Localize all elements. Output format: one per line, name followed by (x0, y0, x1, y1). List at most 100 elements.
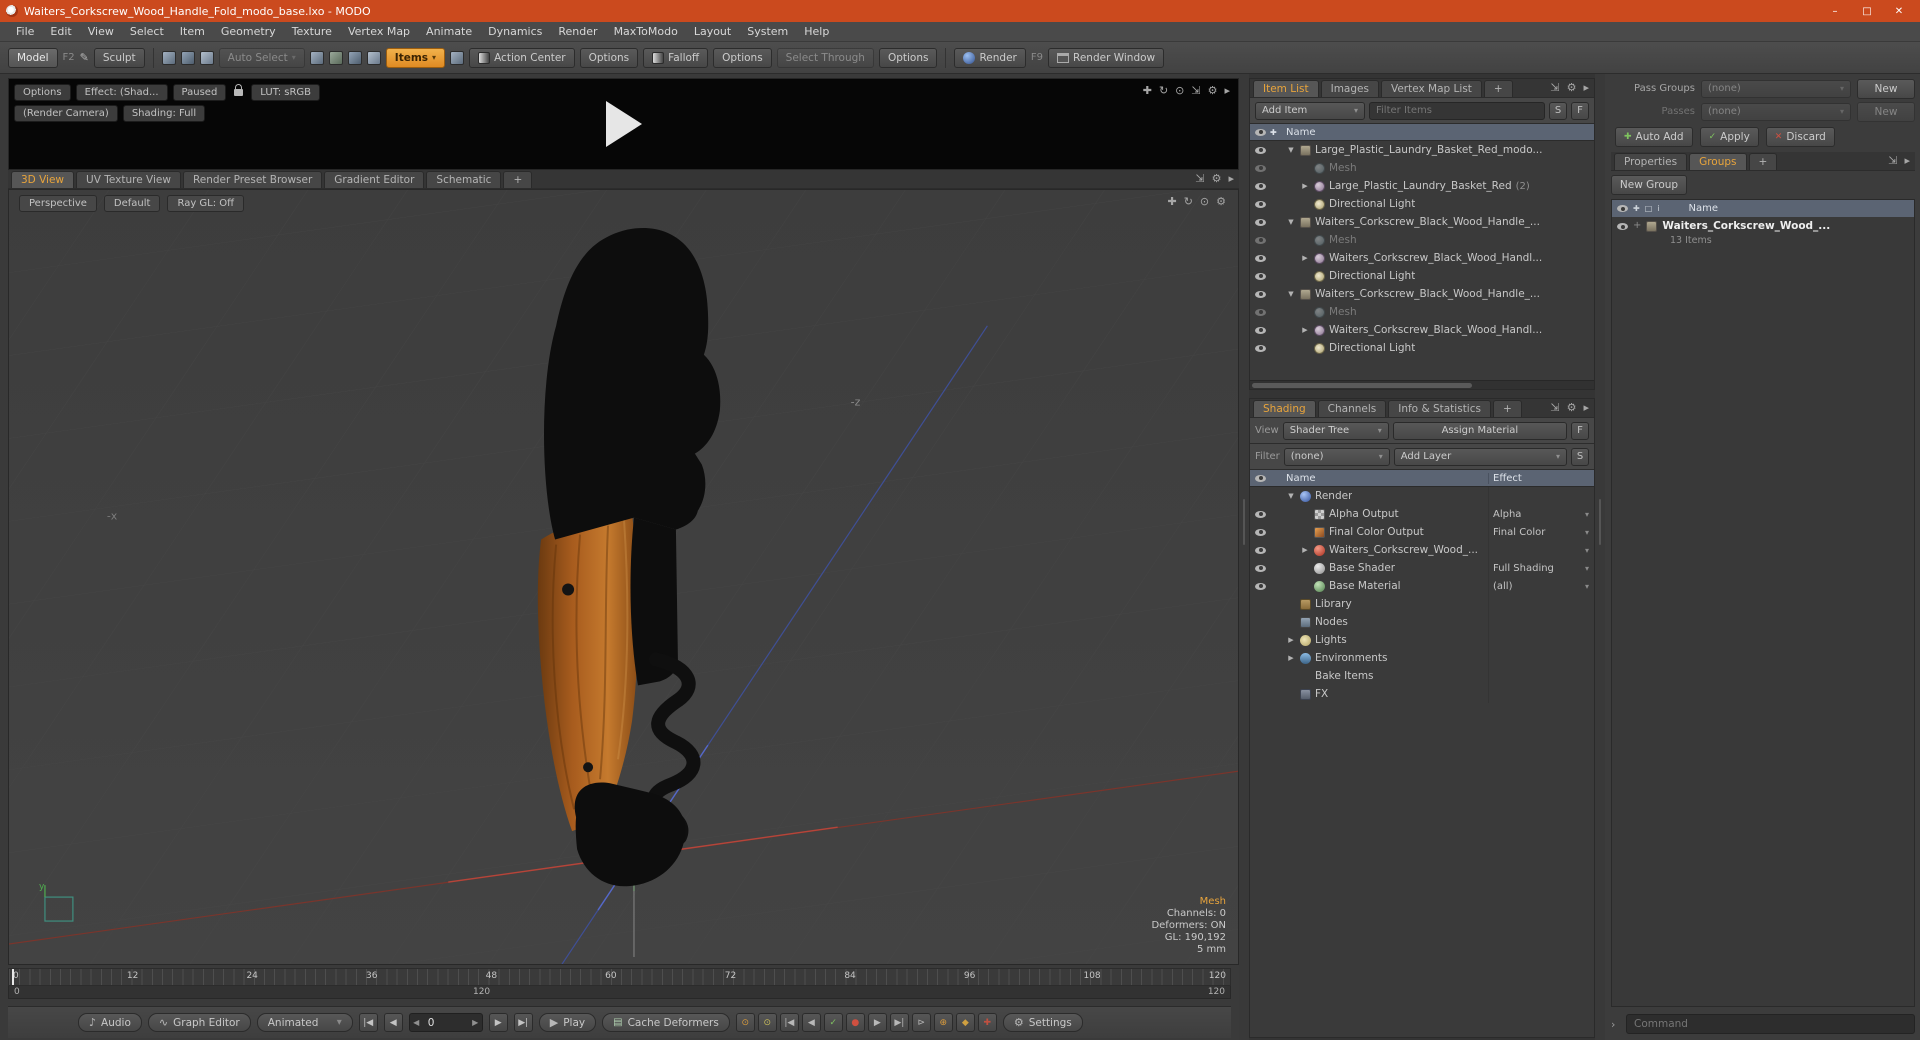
effect-cell[interactable]: ▾ (1488, 631, 1594, 649)
step-back-key-icon[interactable]: ◀ (801, 1013, 821, 1032)
panel-tab[interactable]: Item List (1253, 80, 1319, 97)
visibility-eye-icon[interactable] (1255, 200, 1266, 208)
viewport-canvas[interactable]: -z -x y (9, 190, 1238, 964)
effect-cell[interactable]: ▾ (1488, 541, 1594, 559)
pose-icon[interactable]: ⊙ (757, 1013, 777, 1032)
apply-button[interactable]: ✓ Apply (1699, 127, 1759, 147)
effect-cell[interactable]: ▾ (1488, 667, 1594, 685)
select-edges-icon[interactable] (180, 50, 195, 65)
add-channel-key-icon[interactable]: ✚ (977, 1013, 997, 1032)
menu-item[interactable]: Animate (418, 23, 480, 40)
discard-button[interactable]: ✕ Discard (1765, 127, 1835, 147)
shader-tree-row[interactable]: FX ▾ (1250, 685, 1594, 703)
panel-tab[interactable]: + (1748, 153, 1778, 170)
item-tree-row[interactable]: Directional Light (1250, 267, 1594, 285)
expand-arrow-icon[interactable] (1286, 218, 1296, 226)
visibility-eye-icon[interactable] (1255, 290, 1266, 298)
more-icon[interactable]: ▸ (1583, 82, 1589, 93)
chevron-down-icon[interactable]: ▾ (1585, 510, 1589, 519)
auto-key-icon[interactable]: ⊕ (933, 1013, 953, 1032)
preview-play-button[interactable] (605, 101, 642, 147)
panel-tab[interactable]: Properties (1614, 153, 1688, 170)
visibility-eye-icon[interactable] (1255, 510, 1266, 518)
visibility-eye-icon[interactable] (1255, 146, 1266, 154)
assign-material-button[interactable]: Assign Material (1392, 421, 1567, 440)
preview-paused-button[interactable]: Paused (172, 84, 227, 101)
menu-item[interactable]: Vertex Map (340, 23, 418, 40)
new-pass-group-button[interactable]: New (1857, 78, 1915, 99)
preview-lut-button[interactable]: LUT: sRGB (251, 84, 321, 101)
more-icon[interactable]: ▸ (1904, 155, 1910, 166)
effect-cell[interactable]: ▾ (1488, 685, 1594, 703)
maximize-icon[interactable]: ⇲ (1550, 402, 1559, 413)
visibility-eye-icon[interactable] (1255, 308, 1266, 316)
effect-cell[interactable]: (all) ▾ (1488, 577, 1594, 595)
visibility-eye-icon[interactable] (1255, 182, 1266, 190)
scope-button[interactable]: S (1549, 101, 1567, 120)
render-preview-panel[interactable]: Options Effect: (Shad... Paused LUT: sRG… (8, 78, 1239, 170)
menu-item[interactable]: View (80, 23, 122, 40)
panel-tab[interactable]: Channels (1317, 400, 1387, 417)
graph-editor-button[interactable]: ∿ Graph Editor (147, 1013, 251, 1032)
item-tree-row[interactable]: Large_Plastic_Laundry_Basket_Red (2) (1250, 177, 1594, 195)
shader-tree-row[interactable]: Final Color Output Final Color ▾ (1250, 523, 1594, 541)
passes-dropdown[interactable]: (none) ▾ (1701, 102, 1851, 121)
more-icon[interactable]: ▸ (1224, 85, 1230, 96)
items-mode-button[interactable]: Items ▾ (385, 47, 446, 68)
viewport-tab[interactable]: UV Texture View (76, 171, 181, 188)
action-center-button[interactable]: Action Center (469, 47, 575, 68)
next-frame-button[interactable]: ▶ (488, 1013, 508, 1032)
anim-mode-dropdown[interactable]: Animated ▾ (256, 1013, 353, 1032)
visibility-eye-icon[interactable] (1617, 223, 1628, 230)
audio-button[interactable]: ♪ Audio (78, 1013, 142, 1032)
menu-item[interactable]: Edit (42, 23, 79, 40)
rotate-icon[interactable]: ↻ (1159, 85, 1168, 96)
gear-icon[interactable]: ⚙ (1567, 402, 1577, 413)
panel-splitter-vertical[interactable] (1595, 74, 1605, 1040)
gear-icon[interactable]: ⚙ (1567, 82, 1577, 93)
effect-cell[interactable]: Final Color ▾ (1488, 523, 1594, 541)
menu-item[interactable]: Item (172, 23, 213, 40)
item-tree-row[interactable]: Waiters_Corkscrew_Black_Wood_Handl... (1250, 249, 1594, 267)
expand-plus-icon[interactable]: + (1633, 220, 1641, 231)
panel-tab[interactable]: Groups (1689, 153, 1747, 170)
falloff-button[interactable]: Falloff (643, 47, 709, 68)
shader-tree-row[interactable]: Base Material (all) ▾ (1250, 577, 1594, 595)
minimize-button[interactable]: – (1820, 1, 1850, 21)
add-item-dropdown[interactable]: Add Item ▾ (1255, 101, 1365, 120)
visibility-eye-icon[interactable] (1255, 236, 1266, 244)
chevron-down-icon[interactable]: ▾ (1585, 546, 1589, 555)
zoom-icon[interactable]: ⊙ (1175, 85, 1184, 96)
menu-item[interactable]: Help (796, 23, 837, 40)
panel-splitter-horizontal[interactable] (1249, 390, 1595, 398)
visibility-eye-icon[interactable] (1255, 582, 1266, 590)
maximize-icon[interactable]: ⇲ (1195, 173, 1204, 184)
shader-tree-row[interactable]: Waiters_Corkscrew_Wood_... ▾ (1250, 541, 1594, 559)
record-icon[interactable]: ● (845, 1013, 865, 1032)
default-shading-button[interactable]: Default (103, 195, 161, 212)
filter-dropdown[interactable]: (none) ▾ (1283, 447, 1390, 466)
scrollbar-thumb[interactable] (1252, 383, 1473, 388)
next-key-icon[interactable]: ▶| (889, 1013, 909, 1032)
visibility-eye-icon[interactable] (1255, 326, 1266, 334)
visibility-eye-icon[interactable] (1255, 546, 1266, 554)
step-forward-key-icon[interactable]: ▶ (867, 1013, 887, 1032)
shader-tree-row[interactable]: Lights ▾ (1250, 631, 1594, 649)
scope-button[interactable]: S (1571, 447, 1589, 466)
preview-options-button[interactable]: Options (14, 84, 71, 101)
shader-tree-row[interactable]: Nodes ▾ (1250, 613, 1594, 631)
viewport-tab[interactable]: Gradient Editor (324, 171, 425, 188)
item-tree-row[interactable]: Mesh (1250, 303, 1594, 321)
panel-tab[interactable]: Shading (1253, 400, 1316, 417)
chevron-down-icon[interactable]: ▾ (1585, 564, 1589, 573)
effect-cell[interactable]: Full Shading ▾ (1488, 559, 1594, 577)
menu-item[interactable]: Dynamics (480, 23, 550, 40)
gear-icon[interactable]: ⚙ (1216, 196, 1226, 207)
maximize-button[interactable]: □ (1852, 1, 1882, 21)
menu-item[interactable]: Layout (686, 23, 739, 40)
viewport-tab[interactable]: 3D View (11, 171, 75, 188)
gear-icon[interactable]: ⚙ (1208, 85, 1218, 96)
maximize-icon[interactable]: ⇲ (1888, 155, 1897, 166)
select-through-options-button[interactable]: Options (878, 47, 938, 68)
frame-decrement-icon[interactable]: ◀ (410, 1018, 423, 1027)
